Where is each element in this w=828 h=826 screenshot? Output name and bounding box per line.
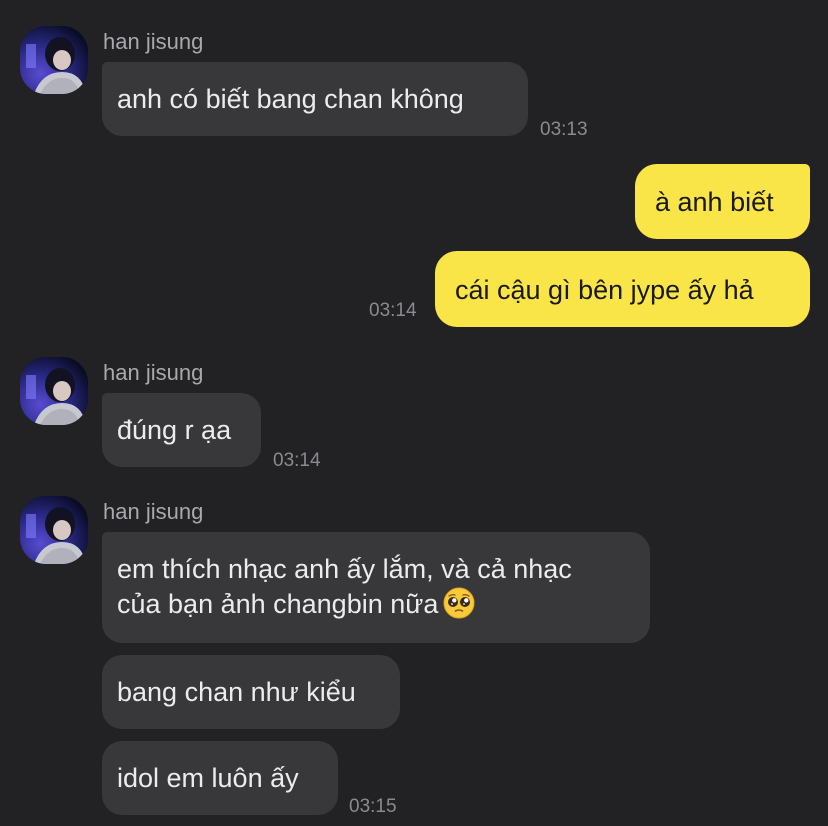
sender-avatar[interactable]: [20, 26, 88, 94]
sent-message-bubble[interactable]: cái cậu gì bên jype ấy hả: [435, 251, 810, 327]
message-line: em thích nhạc anh ấy lắm, và cả nhạc: [117, 554, 572, 584]
avatar-image: [20, 357, 88, 425]
message-bubble[interactable]: anh có biết bang chan không: [102, 62, 528, 136]
message-timestamp: 03:14: [273, 450, 321, 471]
message-bubble[interactable]: idol em luôn ấy: [102, 741, 338, 815]
sender-name: han jisung: [103, 360, 204, 385]
message-timestamp: 03:15: [349, 796, 397, 817]
sender-name: han jisung: [103, 499, 204, 524]
message-timestamp: 03:13: [540, 119, 588, 140]
message-timestamp: 03:14: [369, 300, 417, 321]
avatar-image: [20, 26, 88, 94]
message-bubble[interactable]: đúng r ạa: [102, 393, 261, 467]
sent-message-bubble[interactable]: à anh biết: [635, 164, 810, 239]
message-line: của bạn ảnh changbin nữa: [117, 586, 635, 621]
avatar-image: [20, 496, 88, 564]
message-bubble[interactable]: bang chan như kiểu: [102, 655, 400, 729]
sender-name: han jisung: [103, 29, 204, 54]
message-line-text: của bạn ảnh changbin nữa: [117, 589, 439, 619]
pleading-face-emoji: [442, 586, 476, 620]
chat-thread[interactable]: han jisung anh có biết bang chan không 0…: [0, 0, 828, 826]
sender-avatar[interactable]: [20, 357, 88, 425]
message-bubble[interactable]: em thích nhạc anh ấy lắm, và cả nhạc của…: [102, 532, 650, 643]
sender-avatar[interactable]: [20, 496, 88, 564]
